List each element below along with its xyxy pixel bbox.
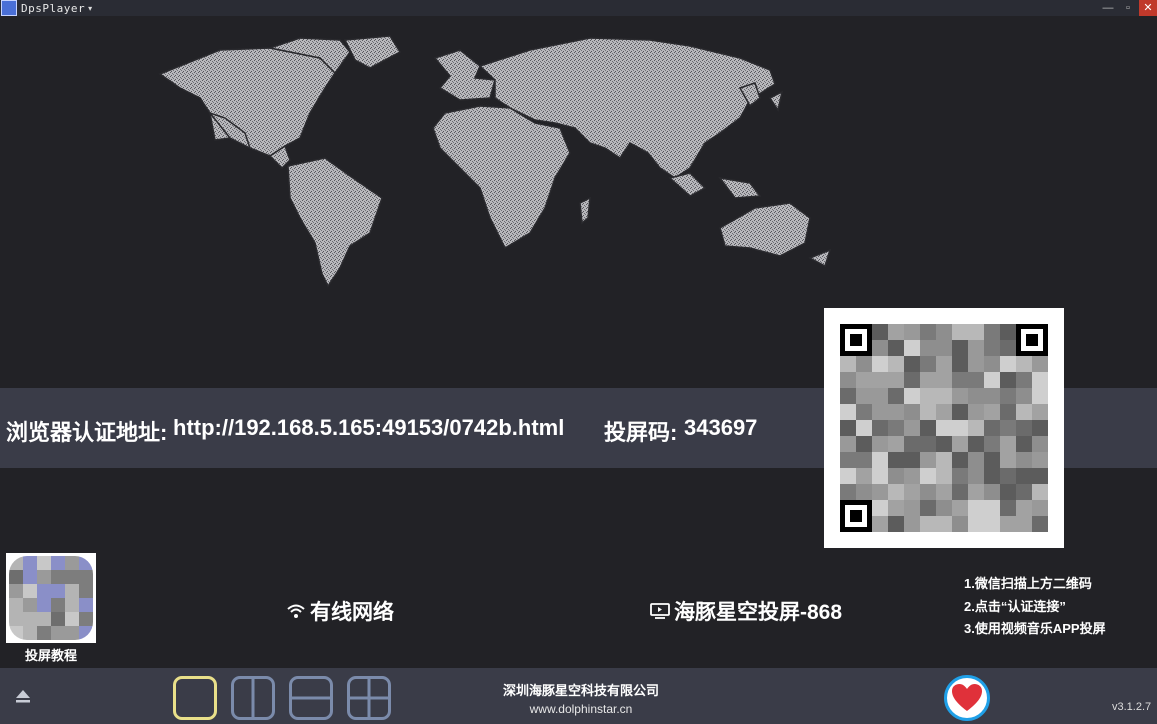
- title-bar: DpsPlayer ▾ — ▫ ✕: [0, 0, 1157, 16]
- app-menu-dropdown[interactable]: ▾: [88, 4, 92, 13]
- screencast-code-value: 343697: [684, 415, 758, 440]
- auth-address-label: 浏览器认证地址:: [6, 420, 168, 445]
- network-label: 有线网络: [310, 601, 394, 624]
- device-name: 海豚星空投屏-868: [650, 596, 842, 626]
- company-name: 深圳海豚星空科技有限公司: [502, 683, 659, 698]
- app-logo-icon: [1, 0, 17, 16]
- tutorial-label[interactable]: 投屏教程: [6, 645, 96, 664]
- app-title: DpsPlayer: [21, 1, 86, 15]
- wifi-icon: [287, 604, 305, 618]
- qr-finder-top-left: [840, 324, 872, 356]
- network-status: 有线网络: [286, 596, 394, 626]
- device-name-label: 海豚星空投屏-868: [674, 601, 843, 624]
- layout-split-horizontal-button[interactable]: [289, 676, 333, 720]
- app-version: v3.1.2.7: [1112, 701, 1152, 713]
- screencast-code-label: 投屏码:: [604, 420, 678, 445]
- close-button[interactable]: ✕: [1139, 0, 1157, 16]
- eject-icon[interactable]: [14, 687, 32, 705]
- world-map-background: [158, 35, 832, 288]
- split-horizontal-icon: [292, 696, 330, 700]
- instruction-step: 1.微信扫描上方二维码: [964, 576, 1092, 591]
- tutorial-thumbnail[interactable]: [6, 553, 96, 643]
- bottom-toolbar: 深圳海豚星空科技有限公司 www.dolphinstar.cn v3.1.2.7: [0, 668, 1157, 724]
- qr-finder-bottom-left: [840, 500, 872, 532]
- instruction-step: 2.点击“认证连接”: [964, 598, 1066, 614]
- heart-icon: [952, 684, 982, 711]
- layout-split-vertical-button[interactable]: [231, 676, 275, 720]
- layout-single-button[interactable]: [173, 676, 217, 720]
- quad-grid-icon: [350, 679, 388, 717]
- auth-address-url[interactable]: http://192.168.5.165:49153/0742b.html: [173, 415, 585, 441]
- instruction-step: 3.使用视频音乐APP投屏: [964, 621, 1106, 636]
- split-vertical-icon: [251, 679, 255, 717]
- minimize-button[interactable]: —: [1099, 0, 1117, 16]
- connect-qr-code: [824, 308, 1064, 548]
- tv-icon: [650, 603, 670, 619]
- maximize-button[interactable]: ▫: [1119, 0, 1137, 16]
- connect-instructions: 1.微信扫描上方二维码 2.点击“认证连接” 3.使用视频音乐APP投屏: [964, 573, 1106, 641]
- favorite-button[interactable]: [944, 675, 990, 721]
- company-website[interactable]: www.dolphinstar.cn: [480, 702, 682, 716]
- qr-finder-top-right: [1016, 324, 1048, 356]
- tutorial-qr-pixels: [9, 556, 93, 640]
- layout-quad-button[interactable]: [347, 676, 391, 720]
